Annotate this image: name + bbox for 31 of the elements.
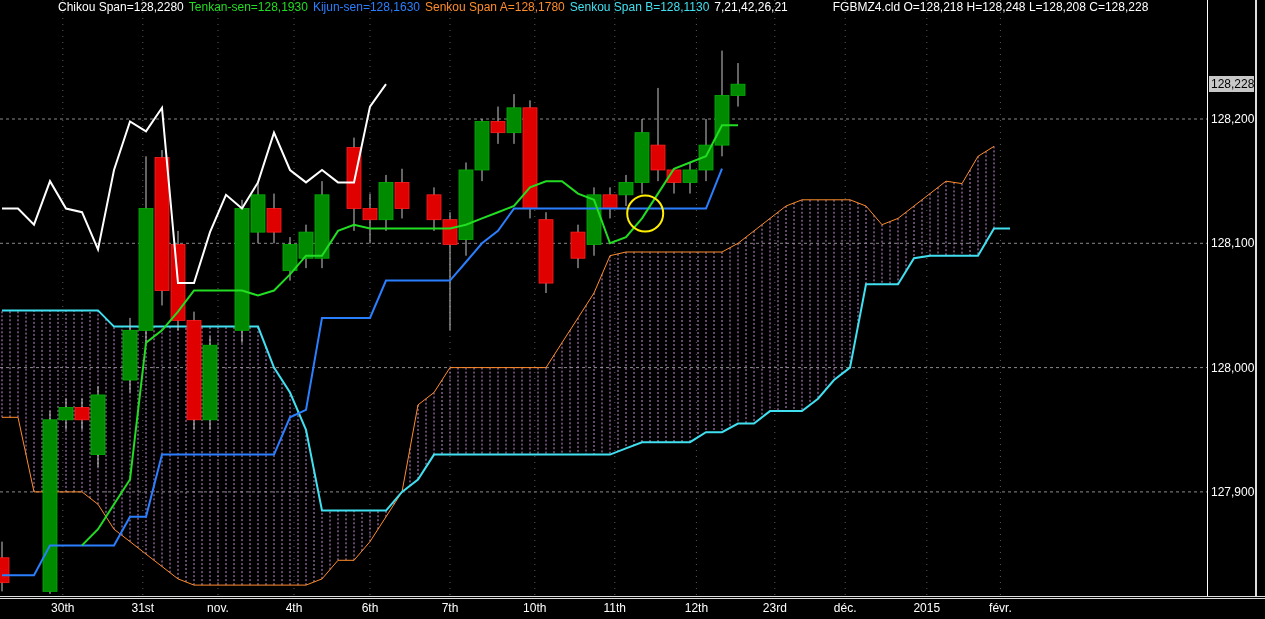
legend-text: Senkou Span B=128,1130	[569, 0, 710, 14]
legend-text: Chikou Span=128,2280	[58, 0, 184, 14]
legend-text: FGBMZ4.cld O=128,218 H=128,248 L=128,208 C=128,228	[832, 0, 1149, 14]
price-tick-label: 128,000	[1211, 360, 1255, 375]
highlight-circle	[626, 194, 665, 233]
price-tick-label: 128,100	[1211, 236, 1255, 251]
date-tick-label: 2015	[913, 601, 941, 615]
legend-text: Kijun-sen=128,1630	[312, 0, 420, 14]
date-tick-label: nov.	[207, 601, 229, 615]
date-tick-label: 30th	[51, 601, 75, 615]
candlestick	[0, 541, 10, 592]
legend-text: Tenkan-sen=128,1930	[188, 0, 308, 14]
candlestick	[394, 168, 410, 219]
date-tick-label: 10th	[523, 601, 547, 615]
date-tick-label: 31st	[131, 601, 155, 615]
date-tick-label: 11th	[603, 601, 627, 615]
date-tick-label: 7th	[441, 601, 459, 615]
price-tick-label: 127,900	[1211, 484, 1255, 499]
legend-text: 7,21,42,26,21	[714, 0, 788, 14]
candlestick	[266, 193, 282, 244]
date-tick-label: 12th	[684, 601, 709, 615]
date-tick-label: 23rd	[762, 601, 787, 615]
legend-text: Senkou Span A=128,1780	[425, 0, 565, 14]
candlestick	[378, 174, 394, 232]
date-tick-label: 4th	[285, 601, 303, 615]
date-tick-label: févr.	[989, 601, 1012, 615]
date-tick-label: 6th	[361, 601, 379, 615]
candlestick	[282, 236, 298, 282]
price-label: 128,228	[1209, 76, 1254, 93]
price-tick-label: 128,200	[1211, 112, 1255, 126]
date-tick-label: déc.	[833, 601, 857, 615]
